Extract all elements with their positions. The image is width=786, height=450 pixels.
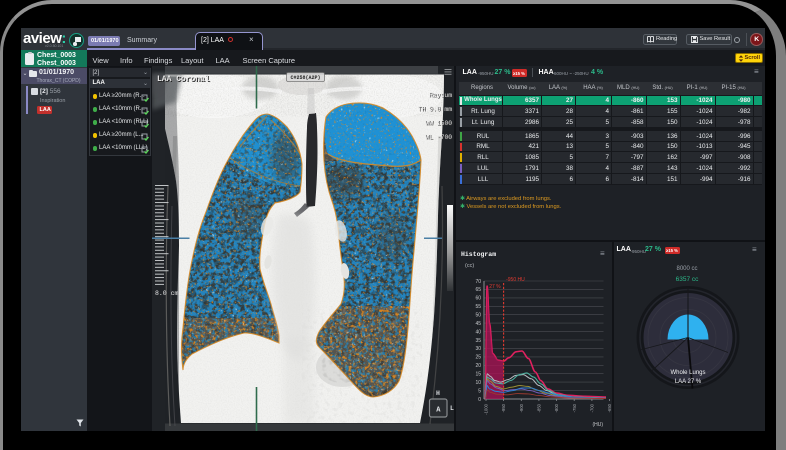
svg-text:Raysum: Raysum [429, 92, 452, 99]
svg-text:-950: -950 [501, 403, 506, 412]
svg-text:(cc): (cc) [465, 263, 474, 269]
svg-text:-700: -700 [589, 403, 594, 412]
svg-text:-850: -850 [536, 403, 541, 412]
svg-text:50: 50 [475, 313, 481, 319]
svg-text:-650: -650 [607, 403, 612, 412]
svg-text:65: 65 [475, 287, 481, 293]
svg-text:-1000: -1000 [484, 403, 489, 414]
svg-text:27 %: 27 % [489, 284, 501, 290]
svg-text:15: 15 [475, 372, 481, 378]
svg-text:20: 20 [475, 363, 481, 369]
svg-text:Whole Lungs: Whole Lungs [670, 370, 705, 376]
svg-text:30: 30 [475, 346, 481, 352]
svg-text:10: 10 [475, 380, 481, 386]
svg-text:5: 5 [478, 388, 481, 394]
svg-text:TH 9.0 mm: TH 9.0 mm [418, 106, 452, 113]
svg-text:L: L [450, 405, 454, 412]
svg-text:-900: -900 [519, 403, 524, 412]
svg-text:25: 25 [475, 355, 481, 361]
svg-text:(HU): (HU) [592, 422, 603, 428]
svg-text:-750: -750 [572, 403, 577, 412]
svg-text:70: 70 [475, 279, 481, 285]
svg-text:LAA 27 %: LAA 27 % [674, 379, 701, 385]
svg-text:C#258(A2P): C#258(A2P) [290, 75, 320, 81]
svg-text:8.0 cm: 8.0 cm [155, 290, 179, 297]
svg-text:35: 35 [475, 338, 481, 344]
svg-text:WL -700: WL -700 [426, 134, 453, 141]
svg-text:60: 60 [475, 296, 481, 302]
svg-text:WW 1500: WW 1500 [426, 120, 453, 127]
svg-text:45: 45 [475, 321, 481, 327]
svg-text:55: 55 [475, 304, 481, 310]
svg-text:-800: -800 [554, 403, 559, 412]
svg-text:H: H [436, 390, 440, 397]
svg-text:0: 0 [478, 397, 481, 403]
svg-text:40: 40 [475, 329, 481, 335]
svg-text:-950 HU: -950 HU [506, 277, 525, 283]
svg-text:LAA Coronal: LAA Coronal [157, 75, 210, 84]
